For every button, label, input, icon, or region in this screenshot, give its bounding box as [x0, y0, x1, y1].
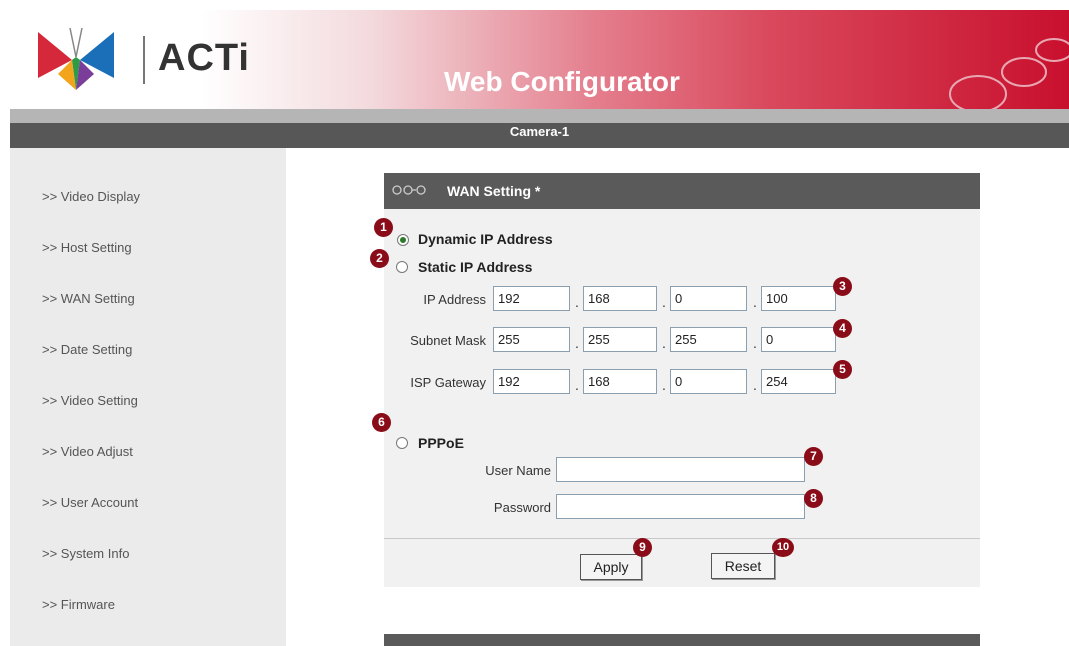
subnet-mask-octet-4[interactable]: [761, 327, 836, 352]
ip-address-octet-2[interactable]: [583, 286, 657, 311]
camera-bar: Camera-1: [10, 109, 1069, 148]
ip-separator: .: [753, 377, 757, 393]
ip-address-octet-3[interactable]: [670, 286, 747, 311]
static-ip-label: Static IP Address: [418, 259, 533, 275]
isp-gateway-octet-4[interactable]: [761, 369, 836, 394]
pppoe-label: PPPoE: [418, 435, 464, 451]
ip-address-octet-4[interactable]: [761, 286, 836, 311]
password-input[interactable]: [556, 494, 805, 519]
rings-decoration-icon: [949, 38, 1069, 109]
callout-badge-4: 4: [833, 319, 852, 338]
subnet-mask-octet-2[interactable]: [583, 327, 657, 352]
camera-name: Camera-1: [509, 124, 570, 139]
callout-badge-6: 6: [372, 413, 391, 432]
callout-badge-8: 8: [804, 489, 823, 508]
ip-address-octet-1[interactable]: [493, 286, 570, 311]
brand-name: ACTi: [158, 37, 250, 79]
ip-separator: .: [662, 377, 666, 393]
camera-bar-top-strip: [10, 109, 1069, 123]
ip-separator: .: [575, 294, 579, 310]
subnet-mask-octet-3[interactable]: [670, 327, 747, 352]
subnet-mask-label: Subnet Mask: [410, 333, 486, 348]
callout-badge-5: 5: [833, 360, 852, 379]
isp-gateway-label: ISP Gateway: [410, 375, 486, 390]
panel-divider: [384, 538, 980, 539]
sidebar-item-firmware[interactable]: >> Firmware: [42, 597, 115, 612]
sidebar-item-video-display[interactable]: >> Video Display: [42, 189, 140, 204]
isp-gateway-octet-3[interactable]: [670, 369, 747, 394]
rings-icon: [392, 185, 426, 195]
subnet-mask-octet-1[interactable]: [493, 327, 570, 352]
callout-badge-1: 1: [374, 218, 393, 237]
sidebar: >> Video Display >> Host Setting >> WAN …: [10, 148, 286, 646]
dynamic-ip-radio[interactable]: [397, 234, 409, 246]
ip-separator: .: [575, 377, 579, 393]
ip-separator: .: [753, 335, 757, 351]
header-banner: ACTi Web Configurator: [10, 10, 1069, 109]
sidebar-item-host-setting[interactable]: >> Host Setting: [42, 240, 132, 255]
sidebar-item-video-adjust[interactable]: >> Video Adjust: [42, 444, 133, 459]
wan-setting-panel: WAN Setting * 1 Dynamic IP Address 2 Sta…: [370, 173, 980, 587]
sidebar-item-date-setting[interactable]: >> Date Setting: [42, 342, 132, 357]
callout-badge-7: 7: [804, 447, 823, 466]
dynamic-ip-label: Dynamic IP Address: [418, 231, 553, 247]
callout-badge-2: 2: [370, 249, 389, 268]
sidebar-item-video-setting[interactable]: >> Video Setting: [42, 393, 138, 408]
reset-button[interactable]: Reset: [711, 553, 775, 579]
sidebar-item-user-account[interactable]: >> User Account: [42, 495, 138, 510]
ip-separator: .: [662, 294, 666, 310]
isp-gateway-octet-1[interactable]: [493, 369, 570, 394]
user-name-input[interactable]: [556, 457, 805, 482]
panel-title: WAN Setting *: [447, 183, 541, 199]
panel-header: WAN Setting *: [384, 173, 980, 209]
password-label: Password: [493, 500, 551, 515]
callout-badge-3: 3: [833, 277, 852, 296]
pppoe-radio[interactable]: [396, 437, 408, 449]
app-title: Web Configurator: [444, 66, 680, 97]
isp-gateway-octet-2[interactable]: [583, 369, 657, 394]
acti-logo-icon: [38, 27, 114, 90]
apply-button[interactable]: Apply: [580, 554, 642, 580]
ip-separator: .: [662, 335, 666, 351]
callout-badge-9: 9: [633, 538, 652, 557]
sidebar-item-system-info[interactable]: >> System Info: [42, 546, 129, 561]
sidebar-item-wan-setting[interactable]: >> WAN Setting: [42, 291, 135, 306]
callout-badge-10: 10: [772, 538, 794, 557]
ip-separator: .: [575, 335, 579, 351]
next-panel-header: [384, 634, 980, 646]
user-name-label: User Name: [485, 463, 551, 478]
static-ip-radio[interactable]: [396, 261, 408, 273]
ip-address-label: IP Address: [423, 292, 486, 307]
ip-separator: .: [753, 294, 757, 310]
logo-divider: [143, 36, 145, 84]
